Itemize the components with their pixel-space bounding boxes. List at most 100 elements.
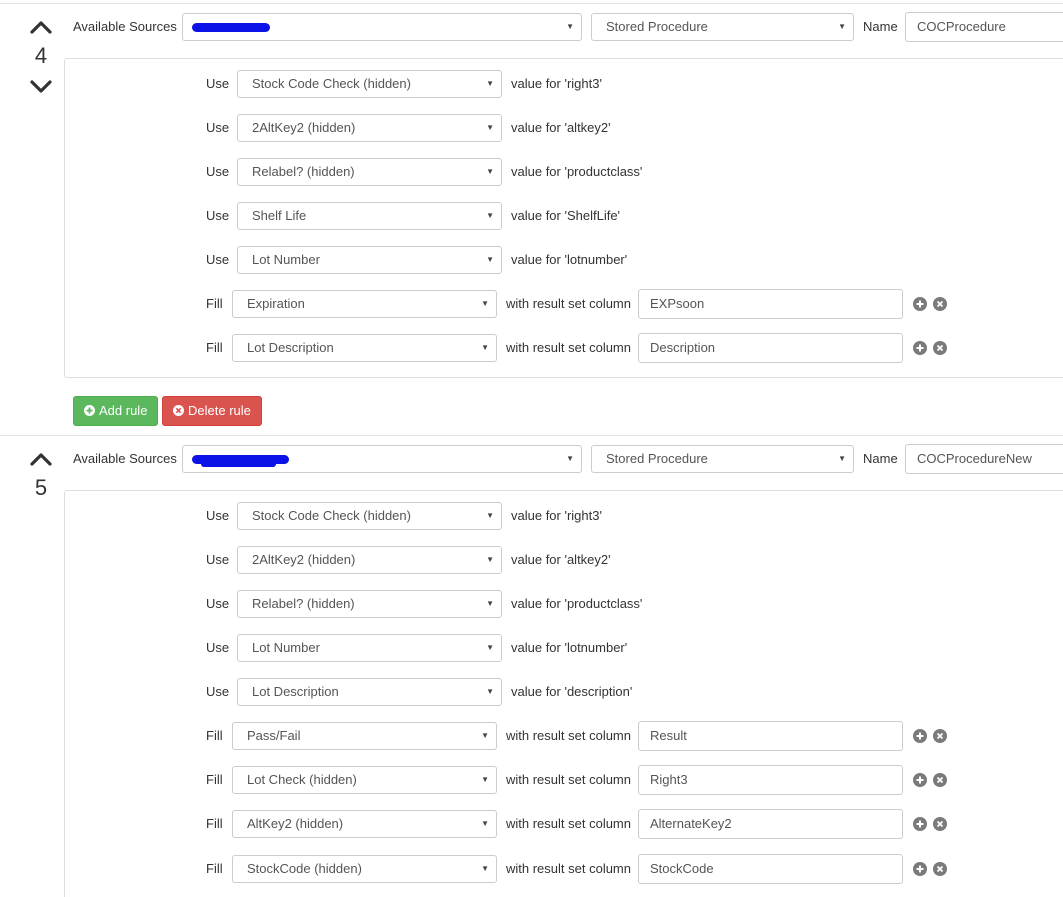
delete-rule-button[interactable]: Delete rule: [162, 396, 262, 426]
available-sources-select[interactable]: ▼: [182, 445, 582, 473]
use-field-select[interactable]: Shelf Life ▼: [237, 202, 502, 230]
caret-down-icon: ▼: [486, 599, 494, 608]
use-field-select[interactable]: Lot Number ▼: [237, 634, 502, 662]
value-for-text: value for 'altkey2': [511, 552, 611, 567]
use-field-value: Shelf Life: [252, 208, 307, 223]
source-section-4: 4 Available Sources ▼ Stored Procedure ▼…: [0, 12, 1063, 432]
use-field-value: Lot Number: [252, 252, 320, 267]
result-column-input[interactable]: Description: [638, 333, 903, 363]
use-rule-row: Use Shelf Life ▼ value for 'ShelfLife': [65, 201, 1063, 231]
chevron-up-icon[interactable]: [29, 451, 53, 467]
add-circle-icon[interactable]: [913, 773, 927, 787]
chevron-down-icon[interactable]: [29, 79, 53, 95]
add-circle-icon[interactable]: [913, 817, 927, 831]
add-circle-icon[interactable]: [913, 297, 927, 311]
fill-field-value: Lot Check (hidden): [247, 772, 357, 787]
caret-down-icon: ▼: [486, 255, 494, 264]
remove-circle-icon[interactable]: [933, 297, 947, 311]
section-number: 5: [34, 475, 48, 500]
use-field-value: Relabel? (hidden): [252, 596, 355, 611]
value-for-text: value for 'lotnumber': [511, 640, 628, 655]
remove-circle-icon[interactable]: [933, 862, 947, 876]
remove-circle-icon[interactable]: [933, 773, 947, 787]
use-rule-row: Use Lot Description ▼ value for 'descript…: [65, 677, 1063, 707]
use-rule-row: Use Stock Code Check (hidden) ▼ value for…: [65, 69, 1063, 99]
fill-rule-row: Fill AltKey2 (hidden) ▼ with result set c…: [65, 809, 1063, 839]
redaction-mark: [201, 461, 276, 467]
caret-down-icon: ▼: [486, 511, 494, 520]
result-column-label: with result set column: [506, 861, 631, 876]
use-rule-row: Use 2AltKey2 (hidden) ▼ value for 'altkey…: [65, 113, 1063, 143]
section-header: 5 Available Sources ▼ Stored Procedure ▼…: [0, 444, 1063, 500]
caret-down-icon: ▼: [486, 167, 494, 176]
result-column-input[interactable]: EXPsoon: [638, 289, 903, 319]
caret-down-icon: ▼: [481, 775, 489, 784]
use-label: Use: [206, 508, 230, 523]
caret-down-icon: ▼: [486, 123, 494, 132]
use-field-value: Stock Code Check (hidden): [252, 508, 411, 523]
value-for-text: value for 'productclass': [511, 164, 643, 179]
use-field-select[interactable]: Lot Description ▼: [237, 678, 502, 706]
result-column-input[interactable]: Right3: [638, 765, 903, 795]
caret-down-icon: ▼: [481, 299, 489, 308]
fill-label: Fill: [206, 296, 223, 311]
use-field-select[interactable]: Relabel? (hidden) ▼: [237, 158, 502, 186]
procedure-name-input[interactable]: COCProcedure: [905, 12, 1063, 42]
fill-label: Fill: [206, 772, 223, 787]
use-label: Use: [206, 76, 230, 91]
fill-field-select[interactable]: Expiration ▼: [232, 290, 497, 318]
result-column-input[interactable]: StockCode: [638, 854, 903, 884]
caret-down-icon: ▼: [481, 819, 489, 828]
add-rule-label: Add rule: [99, 403, 148, 418]
add-circle-icon[interactable]: [913, 341, 927, 355]
value-for-text: value for 'right3': [511, 508, 602, 523]
use-field-select[interactable]: Stock Code Check (hidden) ▼: [237, 502, 502, 530]
chevron-up-icon[interactable]: [29, 19, 53, 35]
remove-circle-icon[interactable]: [933, 341, 947, 355]
fill-field-select[interactable]: AltKey2 (hidden) ▼: [232, 810, 497, 838]
add-rule-button[interactable]: Add rule: [73, 396, 158, 426]
caret-down-icon: ▼: [481, 864, 489, 873]
remove-circle-icon[interactable]: [933, 817, 947, 831]
result-column-label: with result set column: [506, 340, 631, 355]
section-header: 4 Available Sources ▼ Stored Procedure ▼…: [0, 12, 1063, 93]
use-field-select[interactable]: Stock Code Check (hidden) ▼: [237, 70, 502, 98]
source-type-select[interactable]: Stored Procedure ▼: [591, 13, 854, 41]
fill-rule-row: Fill Expiration ▼ with result set column …: [65, 289, 1063, 319]
fill-field-select[interactable]: StockCode (hidden) ▼: [232, 855, 497, 883]
use-field-value: 2AltKey2 (hidden): [252, 120, 356, 135]
add-circle-icon[interactable]: [913, 862, 927, 876]
fill-rule-row: Fill Pass/Fail ▼ with result set column R…: [65, 721, 1063, 751]
available-sources-label: Available Sources: [73, 19, 177, 34]
fill-label: Fill: [206, 728, 223, 743]
source-type-select[interactable]: Stored Procedure ▼: [591, 445, 854, 473]
use-field-value: Relabel? (hidden): [252, 164, 355, 179]
use-rule-row: Use Stock Code Check (hidden) ▼ value for…: [65, 501, 1063, 531]
fill-field-value: Lot Description: [247, 340, 334, 355]
fill-rule-row: Fill Lot Description ▼ with result set co…: [65, 333, 1063, 363]
caret-down-icon: ▼: [838, 454, 846, 463]
fill-field-select[interactable]: Lot Check (hidden) ▼: [232, 766, 497, 794]
use-label: Use: [206, 684, 230, 699]
name-label: Name: [863, 451, 898, 466]
use-field-value: Lot Number: [252, 640, 320, 655]
use-field-select[interactable]: 2AltKey2 (hidden) ▼: [237, 114, 502, 142]
fill-label: Fill: [206, 816, 223, 831]
use-field-select[interactable]: Relabel? (hidden) ▼: [237, 590, 502, 618]
remove-circle-icon[interactable]: [933, 729, 947, 743]
fill-field-select[interactable]: Lot Description ▼: [232, 334, 497, 362]
rules-panel: Use Stock Code Check (hidden) ▼ value for…: [64, 490, 1063, 897]
fill-field-select[interactable]: Pass/Fail ▼: [232, 722, 497, 750]
fill-field-value: Expiration: [247, 296, 305, 311]
caret-down-icon: ▼: [486, 643, 494, 652]
procedure-name-input[interactable]: COCProcedureNew: [905, 444, 1063, 474]
result-column-label: with result set column: [506, 296, 631, 311]
source-type-value: Stored Procedure: [606, 19, 708, 34]
use-rule-row: Use Relabel? (hidden) ▼ value for 'produc…: [65, 157, 1063, 187]
use-field-select[interactable]: 2AltKey2 (hidden) ▼: [237, 546, 502, 574]
add-circle-icon[interactable]: [913, 729, 927, 743]
available-sources-select[interactable]: ▼: [182, 13, 582, 41]
use-field-select[interactable]: Lot Number ▼: [237, 246, 502, 274]
result-column-input[interactable]: Result: [638, 721, 903, 751]
result-column-input[interactable]: AlternateKey2: [638, 809, 903, 839]
